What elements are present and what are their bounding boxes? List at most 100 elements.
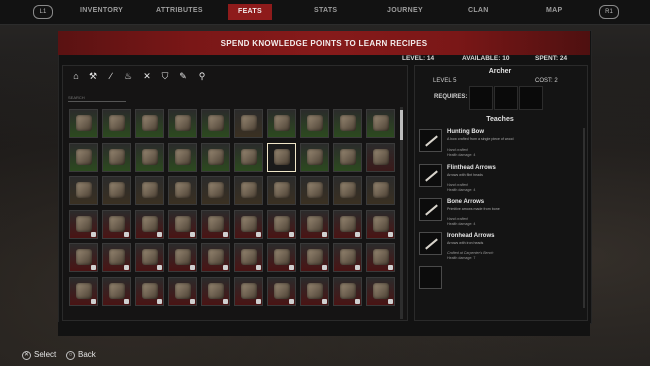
recipe-item-icon <box>109 249 125 265</box>
teach-slot-ironhead-arrows[interactable] <box>419 232 442 255</box>
recipe-cell[interactable] <box>366 142 395 172</box>
teach-slot-flinthead-arrows[interactable] <box>419 164 442 187</box>
fire-icon[interactable]: ♨ <box>123 71 133 81</box>
recipe-cell[interactable] <box>168 276 197 306</box>
brush-icon[interactable]: ✎ <box>178 71 188 81</box>
recipe-cell[interactable] <box>333 243 362 272</box>
recipe-cell[interactable] <box>366 109 395 138</box>
recipe-cell[interactable] <box>201 109 230 138</box>
recipe-cell[interactable] <box>300 243 329 272</box>
tab-feats[interactable]: FEATS <box>228 4 272 20</box>
recipe-cell[interactable] <box>69 209 98 239</box>
l1-bumper[interactable]: L1 <box>33 5 53 19</box>
search-input[interactable]: SEARCH <box>68 95 126 102</box>
recipe-cell[interactable] <box>102 109 131 138</box>
tab-map[interactable]: MAP <box>546 7 562 14</box>
tab-stats[interactable]: STATS <box>314 7 337 14</box>
recipe-cell[interactable] <box>69 276 98 306</box>
recipe-cell[interactable] <box>234 243 263 272</box>
recipe-cell[interactable] <box>366 243 395 272</box>
recipe-cell[interactable] <box>69 142 98 172</box>
recipe-cell[interactable] <box>267 142 296 172</box>
back-hint[interactable]: Back <box>78 350 96 359</box>
recipe-cell[interactable] <box>102 209 131 239</box>
recipe-cell[interactable] <box>300 209 329 239</box>
recipe-item-icon <box>142 249 158 265</box>
recipe-cell[interactable] <box>201 176 230 205</box>
recipe-cell[interactable] <box>201 142 230 172</box>
hammer-icon[interactable]: ⚒ <box>88 71 98 81</box>
home-icon[interactable]: ⌂ <box>71 71 81 81</box>
recipe-cell[interactable] <box>267 209 296 239</box>
teach-desc: Primitive arrows made from bone <box>447 207 500 211</box>
recipe-cell[interactable] <box>300 142 329 172</box>
recipe-item-icon <box>340 249 356 265</box>
lock-icon <box>355 298 360 304</box>
shield-icon[interactable]: ⛉ <box>160 71 170 81</box>
recipe-cell[interactable] <box>201 276 230 306</box>
lock-icon <box>223 298 228 304</box>
recipe-cell[interactable] <box>333 276 362 306</box>
recipe-cell[interactable] <box>267 109 296 138</box>
tab-journey[interactable]: JOURNEY <box>387 7 423 14</box>
recipe-item-icon <box>307 115 323 131</box>
teaches-scrollbar[interactable] <box>583 128 585 308</box>
recipe-cell[interactable] <box>366 176 395 205</box>
recipe-cell[interactable] <box>135 109 164 138</box>
recipe-cell[interactable] <box>234 176 263 205</box>
recipe-cell[interactable] <box>102 243 131 272</box>
recipe-item-icon <box>307 215 323 232</box>
recipe-cell[interactable] <box>168 142 197 172</box>
tab-inventory[interactable]: INVENTORY <box>80 7 123 14</box>
recipe-cell[interactable] <box>168 209 197 239</box>
banner: SPEND KNOWLEDGE POINTS TO LEARN RECIPES <box>58 31 590 55</box>
recipe-cell[interactable] <box>234 142 263 172</box>
recipe-cell[interactable] <box>168 176 197 205</box>
recipe-cell[interactable] <box>69 109 98 138</box>
recipe-cell[interactable] <box>135 243 164 272</box>
recipe-cell[interactable] <box>366 209 395 239</box>
recipe-cell[interactable] <box>366 276 395 306</box>
recipe-cell[interactable] <box>69 176 98 205</box>
knife-icon[interactable]: ∕ <box>106 71 116 81</box>
recipe-item-icon <box>241 249 257 265</box>
recipe-cell[interactable] <box>267 176 296 205</box>
recipe-cell[interactable] <box>333 142 362 172</box>
recipe-item-icon <box>208 282 224 299</box>
recipe-cell[interactable] <box>168 243 197 272</box>
recipe-cell[interactable] <box>333 176 362 205</box>
search-icon[interactable]: ⚲ <box>197 71 207 81</box>
recipe-cell[interactable] <box>135 142 164 172</box>
teach-slot-hunting-bow[interactable] <box>419 129 442 152</box>
recipe-cell[interactable] <box>234 109 263 138</box>
recipe-cell[interactable] <box>333 209 362 239</box>
recipe-cell[interactable] <box>102 276 131 306</box>
recipe-cell[interactable] <box>267 243 296 272</box>
recipe-cell[interactable] <box>300 109 329 138</box>
lock-icon <box>256 265 261 270</box>
recipe-cell[interactable] <box>333 109 362 138</box>
select-hint[interactable]: Select <box>34 350 56 359</box>
recipe-cell[interactable] <box>234 209 263 239</box>
recipe-cell[interactable] <box>69 243 98 272</box>
recipe-cell[interactable] <box>135 209 164 239</box>
grid-scrollbar-thumb[interactable] <box>400 110 403 140</box>
tab-clan[interactable]: CLAN <box>468 7 489 14</box>
crossed-swords-icon[interactable]: ✕ <box>142 71 152 81</box>
r1-bumper[interactable]: R1 <box>599 5 619 19</box>
recipe-cell[interactable] <box>102 142 131 172</box>
recipe-cell[interactable] <box>201 243 230 272</box>
tab-attributes[interactable]: ATTRIBUTES <box>156 7 203 14</box>
recipe-cell[interactable] <box>135 276 164 306</box>
lock-icon <box>355 231 360 237</box>
recipe-cell[interactable] <box>267 276 296 306</box>
recipe-cell[interactable] <box>135 176 164 205</box>
recipe-cell[interactable] <box>168 109 197 138</box>
recipe-cell[interactable] <box>234 276 263 306</box>
recipe-cell[interactable] <box>201 209 230 239</box>
teach-slot-bone-arrows[interactable] <box>419 198 442 221</box>
recipe-item-icon <box>274 249 290 265</box>
recipe-cell[interactable] <box>300 176 329 205</box>
recipe-cell[interactable] <box>300 276 329 306</box>
recipe-cell[interactable] <box>102 176 131 205</box>
